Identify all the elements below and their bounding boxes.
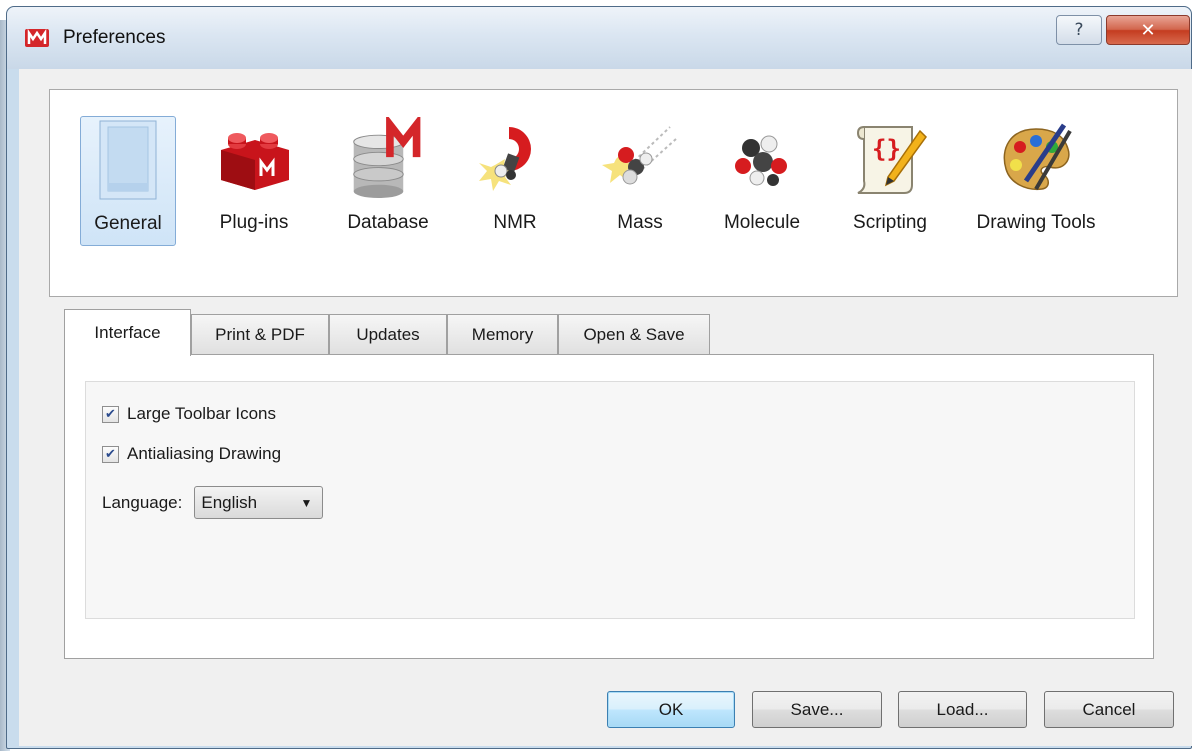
mass-molecules-icon [600,116,680,202]
large-toolbar-icons-checkbox[interactable]: ✔ [102,405,119,423]
help-icon: ? [1074,20,1084,40]
category-mass[interactable]: Mass [600,116,680,246]
category-label: Plug-ins [219,212,289,233]
ok-button[interactable]: OK [607,691,735,728]
category-label: Drawing Tools [976,212,1096,233]
large-toolbar-icons-option[interactable]: ✔ Large Toolbar Icons [102,404,276,424]
scripting-scroll-icon: {} [850,116,930,202]
svg-text:{}: {} [872,135,901,163]
chevron-down-icon: ▼ [300,495,313,510]
nmr-magnet-icon [475,116,555,202]
preferences-dialog: Preferences ? ✕ General Plug-ins Databas… [6,6,1192,749]
antialiasing-drawing-label: Antialiasing Drawing [127,444,282,463]
language-value: English [201,492,258,512]
tab-memory[interactable]: Memory [447,314,558,354]
tab-print-pdf[interactable]: Print & PDF [191,314,329,354]
database-icon [348,116,428,202]
interface-options-group: ✔ Large Toolbar Icons ✔ Antialiasing Dra… [85,381,1135,619]
close-icon: ✕ [1140,19,1156,41]
category-drawing-tools[interactable]: Drawing Tools [966,116,1106,246]
category-label: Mass [617,212,663,233]
category-label: NMR [493,212,537,233]
category-scripting[interactable]: {} Scripting [842,116,938,246]
category-molecule[interactable]: Molecule [714,116,810,246]
antialiasing-drawing-option[interactable]: ✔ Antialiasing Drawing [102,444,281,464]
checkmark-icon: ✔ [105,406,116,421]
general-panel-icon [88,117,168,203]
large-toolbar-icons-label: Large Toolbar Icons [127,404,277,423]
language-row: Language: English ▼ [102,486,324,519]
category-label: Database [347,212,429,233]
tab-open-save[interactable]: Open & Save [558,314,710,354]
title-bar[interactable]: Preferences ? ✕ [7,7,1191,69]
molecule-icon [722,116,802,202]
category-label: Molecule [723,212,801,233]
app-logo-icon [25,28,49,47]
category-plug-ins[interactable]: Plug-ins [202,116,306,246]
category-nmr[interactable]: NMR [475,116,555,246]
antialiasing-drawing-checkbox[interactable]: ✔ [102,445,119,463]
tab-content-interface: ✔ Large Toolbar Icons ✔ Antialiasing Dra… [64,354,1154,659]
checkmark-icon: ✔ [105,446,116,461]
help-button[interactable]: ? [1056,15,1102,45]
load-button[interactable]: Load... [898,691,1027,728]
plugin-lego-icon [214,116,294,202]
language-select[interactable]: English ▼ [194,486,324,519]
tab-interface[interactable]: Interface [64,309,191,356]
dialog-client-area: General Plug-ins Database NMR Mass Molec… [19,69,1192,746]
category-general[interactable]: General [80,116,176,246]
category-label: General [94,213,162,234]
palette-icon [996,116,1076,202]
category-database[interactable]: Database [336,116,440,246]
category-label: Scripting [853,212,927,233]
cancel-button[interactable]: Cancel [1044,691,1174,728]
window-title: Preferences [63,27,166,48]
close-button[interactable]: ✕ [1106,15,1190,45]
language-label: Language: [102,492,183,512]
save-button[interactable]: Save... [752,691,882,728]
category-panel: General Plug-ins Database NMR Mass Molec… [49,89,1178,297]
tab-updates[interactable]: Updates [329,314,447,354]
